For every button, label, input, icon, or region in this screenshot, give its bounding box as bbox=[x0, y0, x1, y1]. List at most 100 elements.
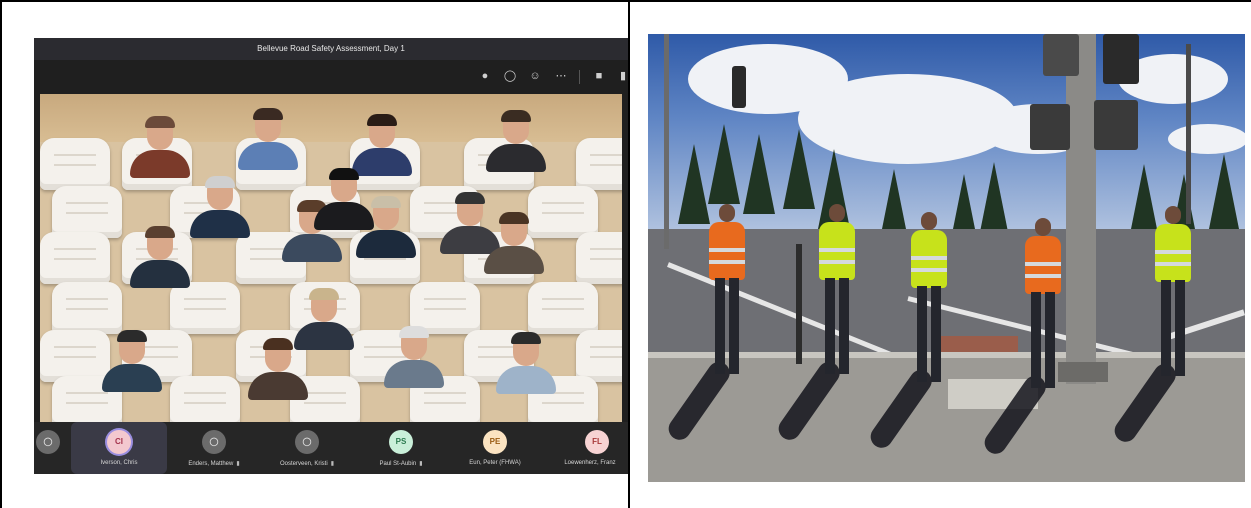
camera-icon[interactable]: ■ bbox=[592, 69, 606, 83]
participant-torso bbox=[130, 260, 190, 288]
participant-name: Paul St-Aubin bbox=[379, 461, 417, 467]
participant-tile[interactable]: ◯ Enders, Matthew ▮ bbox=[169, 422, 259, 474]
participant-torso bbox=[190, 210, 250, 238]
participant-hair bbox=[145, 226, 175, 238]
participant-video bbox=[488, 330, 564, 394]
worker-leg bbox=[1161, 280, 1171, 376]
avatar: CI bbox=[107, 430, 131, 454]
participant-strip: ◯ CI Iverson, Chris ◯ Enders, Matthew ▮ ◯… bbox=[34, 422, 628, 474]
reflective-band bbox=[1155, 250, 1191, 254]
seat-tufting bbox=[184, 298, 226, 300]
worker-leg bbox=[1031, 292, 1041, 388]
seat-tufting bbox=[54, 346, 96, 348]
auditorium-seat bbox=[52, 186, 122, 238]
avatar: FL bbox=[585, 430, 609, 454]
mic-muted-icon: ▮ bbox=[419, 461, 423, 467]
participant-name: Loewenherz, Franz bbox=[564, 460, 616, 466]
safety-team-member bbox=[814, 204, 860, 379]
participant-video bbox=[348, 194, 424, 258]
reflective-band bbox=[819, 260, 855, 264]
user-icon: ◯ bbox=[36, 430, 60, 454]
safety-team-member bbox=[1020, 218, 1066, 393]
reflective-band bbox=[911, 268, 947, 272]
table-border-top bbox=[0, 0, 1251, 2]
participant-hair bbox=[309, 288, 339, 300]
auditorium-seat bbox=[170, 376, 240, 422]
user-icon: ◯ bbox=[295, 430, 319, 454]
auditorium-seat bbox=[170, 282, 240, 334]
worker-leg bbox=[825, 278, 835, 374]
pedestrian-signal-head bbox=[1043, 34, 1079, 76]
auditorium-seat bbox=[576, 330, 622, 382]
participant-torso bbox=[356, 230, 416, 258]
participant-video bbox=[240, 336, 316, 400]
participant-torso bbox=[496, 366, 556, 394]
reflective-band bbox=[1155, 262, 1191, 266]
participant-video bbox=[122, 114, 198, 178]
participant-video bbox=[122, 224, 198, 288]
table-border-left bbox=[0, 0, 2, 508]
worker-head bbox=[719, 204, 735, 222]
participant-hair bbox=[263, 338, 293, 350]
people-icon[interactable]: ● bbox=[478, 69, 492, 83]
toolbar-divider bbox=[579, 70, 580, 84]
reflective-band bbox=[819, 248, 855, 252]
participant-tile-active[interactable]: CI Iverson, Chris bbox=[71, 422, 167, 474]
participant-video bbox=[230, 106, 306, 170]
evergreen-tree bbox=[708, 124, 740, 204]
seat-tufting bbox=[542, 202, 584, 204]
reflective-band bbox=[1025, 274, 1061, 278]
reflective-band bbox=[911, 256, 947, 260]
seat-tufting bbox=[66, 392, 108, 394]
participant-tile[interactable]: PS Paul St-Aubin ▮ bbox=[356, 422, 446, 474]
participant-video bbox=[376, 324, 452, 388]
reflective-band bbox=[709, 260, 745, 264]
participant-video bbox=[476, 210, 552, 274]
seat-tufting bbox=[66, 202, 108, 204]
participant-hair bbox=[117, 330, 147, 342]
worker-leg bbox=[715, 278, 725, 374]
participant-hair bbox=[501, 110, 531, 122]
meeting-toolbar: ● ◯ ☺ ⋯ ■ ▮ bbox=[34, 60, 628, 92]
worker-leg bbox=[1175, 280, 1185, 376]
worker-leg bbox=[1045, 292, 1055, 388]
chat-icon[interactable]: ◯ bbox=[503, 69, 517, 83]
participant-torso bbox=[484, 246, 544, 274]
evergreen-tree bbox=[783, 129, 815, 209]
participant-torso bbox=[486, 144, 546, 172]
pedestrian-signal-head bbox=[1030, 104, 1070, 150]
worker-head bbox=[829, 204, 845, 222]
utility-pole bbox=[1186, 44, 1191, 224]
mic-muted-icon: ▮ bbox=[236, 461, 240, 467]
cloud bbox=[1168, 124, 1245, 154]
participant-torso bbox=[384, 360, 444, 388]
worker-head bbox=[1165, 206, 1181, 224]
participant-torso bbox=[238, 142, 298, 170]
participant-hair bbox=[329, 168, 359, 180]
worker-head bbox=[1035, 218, 1051, 236]
seat-tufting bbox=[424, 392, 466, 394]
mic-muted-icon: ▮ bbox=[330, 461, 334, 467]
more-icon[interactable]: ⋯ bbox=[554, 69, 568, 83]
participant-hair bbox=[371, 196, 401, 208]
participant-tile[interactable]: ◯ bbox=[36, 422, 60, 474]
reflective-band bbox=[709, 248, 745, 252]
participant-name: Enders, Matthew bbox=[188, 461, 234, 467]
participant-video bbox=[478, 108, 554, 172]
participant-tile[interactable]: ◯ Oosterveen, Kristi ▮ bbox=[262, 422, 352, 474]
seat-tufting bbox=[54, 154, 96, 156]
evergreen-tree bbox=[1208, 154, 1240, 234]
mic-icon[interactable]: ▮ bbox=[616, 69, 628, 83]
worker-leg bbox=[917, 286, 927, 382]
safety-team-member bbox=[906, 212, 952, 387]
participant-name: Iverson, Chris bbox=[100, 460, 138, 466]
worker-leg bbox=[729, 278, 739, 374]
reactions-icon[interactable]: ☺ bbox=[528, 69, 542, 83]
participant-tile[interactable]: PE Eun, Peter (FHWA) bbox=[450, 422, 540, 474]
signal-pole bbox=[664, 34, 669, 249]
participant-torso bbox=[282, 234, 342, 262]
seat-tufting bbox=[542, 298, 584, 300]
together-mode-stage bbox=[40, 94, 622, 422]
safety-team-member bbox=[1150, 206, 1196, 381]
participant-tile[interactable]: FL Loewenherz, Franz bbox=[538, 422, 628, 474]
